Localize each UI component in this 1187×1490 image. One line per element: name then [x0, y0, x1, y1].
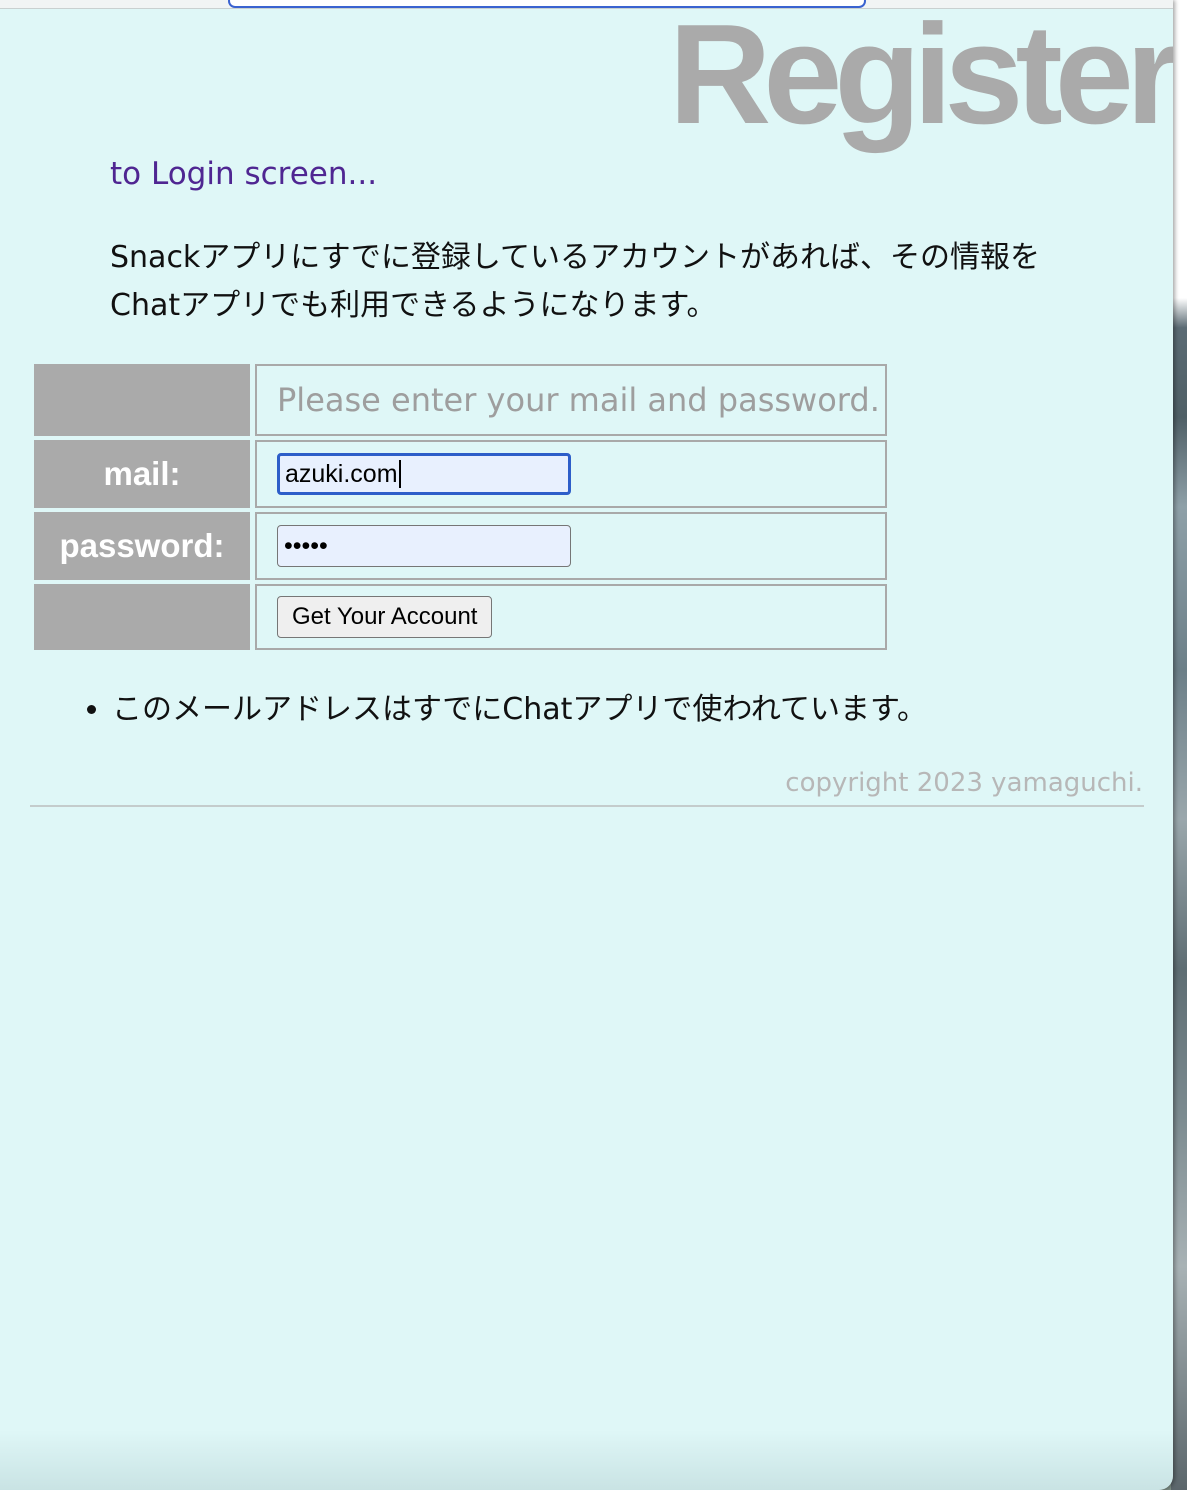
- description: Snackアプリにすでに登録しているアカウントがあれば、その情報を Chatアプ…: [110, 234, 1110, 330]
- password-cell: •••••: [255, 512, 887, 580]
- mail-input-value: azuki.com: [285, 459, 398, 488]
- hint-label-cell: [34, 364, 250, 436]
- login-screen-link[interactable]: to Login screen...: [110, 156, 377, 192]
- description-line-1: Snackアプリにすでに登録しているアカウントがあれば、その情報を: [110, 240, 1041, 275]
- error-list: このメールアドレスはすでにChatアプリで使われています。: [80, 686, 927, 734]
- bottom-shadow: [0, 1430, 1173, 1490]
- mail-label: mail:: [34, 440, 250, 508]
- text-caret: [398, 460, 401, 488]
- submit-cell: Get Your Account: [255, 584, 887, 650]
- browser-window: Register to Login screen... Snackアプリにすでに…: [0, 0, 1173, 1490]
- footer-divider: [30, 805, 1144, 807]
- form-hint: Please enter your mail and password.: [277, 381, 880, 419]
- password-input[interactable]: •••••: [277, 525, 571, 567]
- description-line-2: Chatアプリでも利用できるようになります。: [110, 288, 717, 323]
- hint-cell: Please enter your mail and password.: [255, 364, 887, 436]
- password-input-value: •••••: [284, 531, 328, 560]
- copyright: copyright 2023 yamaguchi.: [785, 768, 1143, 798]
- password-label: password:: [34, 512, 250, 580]
- submit-label-cell: [34, 584, 250, 650]
- page-title: Register: [668, 0, 1173, 154]
- get-account-button[interactable]: Get Your Account: [277, 596, 493, 638]
- desktop-background: [1171, 0, 1187, 1490]
- error-message: このメールアドレスはすでにChatアプリで使われています。: [112, 686, 927, 734]
- mail-input[interactable]: azuki.com: [277, 453, 571, 495]
- mail-cell: azuki.com: [255, 440, 887, 508]
